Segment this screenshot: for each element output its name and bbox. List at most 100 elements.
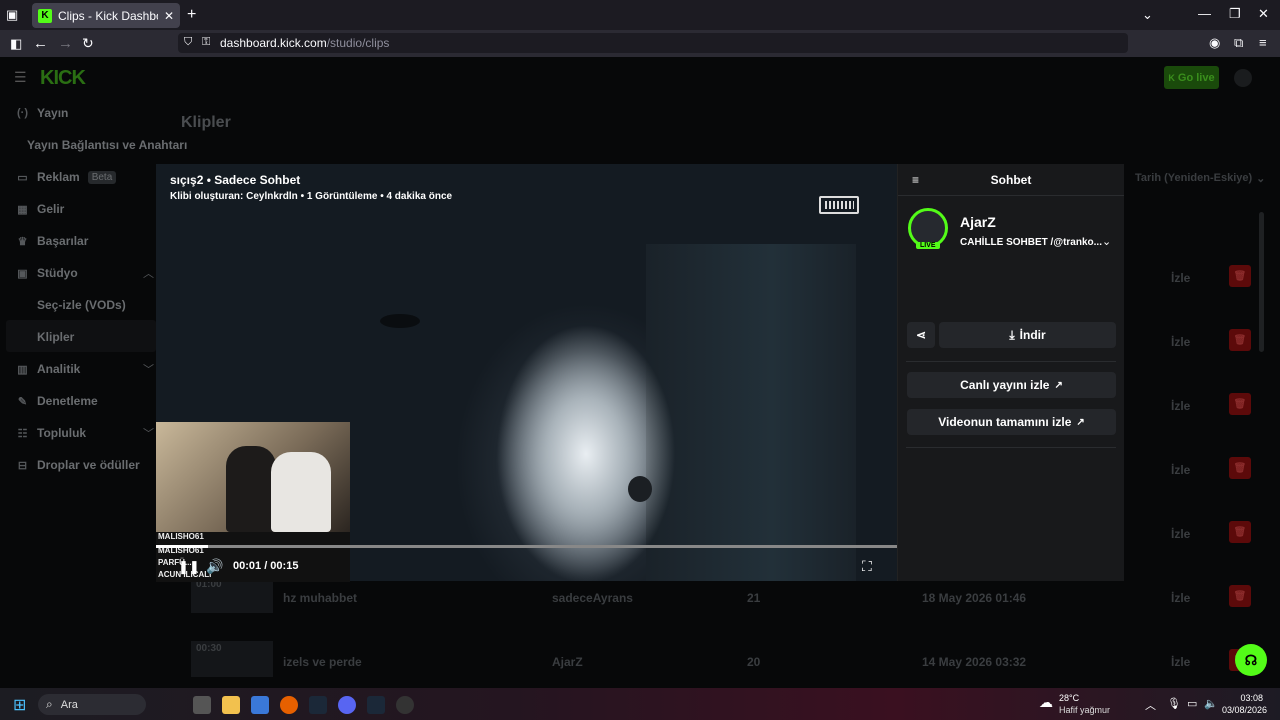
forward-icon[interactable]: →: [58, 35, 73, 52]
list-tabs-icon[interactable]: ⌄: [1142, 7, 1153, 23]
chevron-down-icon[interactable]: ﹀: [143, 425, 154, 441]
sidebar-item-basarilar[interactable]: ♛ Başarılar: [16, 234, 89, 248]
tab-title: Clips - Kick Dashboard: [58, 8, 158, 23]
task-view-icon[interactable]: [193, 696, 211, 714]
support-chat-button[interactable]: ☊: [1235, 644, 1267, 676]
watch-live-button[interactable]: Canlı yayını izle ↗: [907, 372, 1116, 398]
analytics-icon: ▥: [17, 363, 28, 376]
clip-duration: 00:30: [196, 643, 222, 654]
sidebar-item-gelir[interactable]: ▦ Gelir: [16, 202, 64, 216]
sidebar-item-droplar[interactable]: ⊟ Droplar ve ödüller: [16, 458, 140, 472]
watch-link[interactable]: İzle: [1171, 527, 1190, 541]
live-badge: LIVE: [916, 242, 940, 249]
channel-name[interactable]: AjarZ: [960, 214, 996, 230]
windows-start-icon[interactable]: ⊞: [13, 695, 26, 715]
url-path: /studio/clips: [326, 36, 390, 50]
sidebar-item-klipler[interactable]: Klipler: [37, 330, 74, 344]
steam-icon[interactable]: [367, 696, 385, 714]
trash-icon[interactable]: 🗑: [1229, 329, 1251, 351]
divider: [906, 361, 1116, 362]
file-explorer-icon[interactable]: [222, 696, 240, 714]
guest-figure: [271, 452, 331, 532]
video-progress-bar[interactable]: [156, 545, 897, 548]
sidebar-item-studyo[interactable]: ▣ Stüdyo: [16, 266, 77, 280]
chevron-down-icon[interactable]: ﹀: [143, 361, 154, 377]
discord-icon[interactable]: [338, 696, 356, 714]
tab-overview-icon[interactable]: ▣: [6, 7, 18, 23]
sidebar-item-stream-key[interactable]: Yayın Bağlantısı ve Anahtarı: [27, 138, 187, 152]
trophy-icon: ♛: [17, 235, 28, 248]
site-info-icon[interactable]: ⚿: [202, 36, 210, 49]
extensions-icon[interactable]: ⧉: [1234, 35, 1243, 51]
search-icon: ⌕: [46, 697, 53, 711]
watch-link[interactable]: İzle: [1171, 271, 1190, 285]
share-button[interactable]: ⋖: [907, 322, 935, 348]
weather-desc[interactable]: Hafif yağmur: [1059, 705, 1110, 715]
user-avatar[interactable]: [1234, 69, 1252, 87]
fullscreen-icon[interactable]: ⛶: [862, 558, 872, 575]
clip-title: hz muhabbet: [283, 591, 357, 605]
clip-views: 21: [747, 591, 761, 605]
watch-link[interactable]: İzle: [1171, 335, 1190, 349]
clock-date[interactable]: 03/08/2026: [1222, 705, 1267, 715]
weather-temp[interactable]: 28°C: [1059, 693, 1079, 703]
sidebar-item-topluluk[interactable]: ☷ Topluluk: [16, 426, 87, 440]
microphone-icon[interactable]: 🎙: [1167, 697, 1181, 710]
watch-link[interactable]: İzle: [1171, 399, 1190, 413]
new-tab-icon[interactable]: +: [187, 6, 196, 24]
chevron-up-icon[interactable]: ︿: [143, 265, 154, 281]
sort-dropdown[interactable]: Tarih (Yeniden-Eskiye) ⌄: [1135, 172, 1265, 185]
watch-full-video-button[interactable]: Videonun tamamını izle ↗: [907, 409, 1116, 435]
steam-icon[interactable]: [309, 696, 327, 714]
table-row[interactable]: 01:00 hz muhabbet sadeceAyrans 21 18 May…: [183, 577, 1263, 655]
menu-icon[interactable]: ≡: [1259, 35, 1267, 50]
watch-link[interactable]: İzle: [1171, 655, 1190, 669]
chevron-down-icon[interactable]: ⌄: [1102, 235, 1111, 248]
webcam-overlay: [156, 422, 350, 532]
store-icon[interactable]: [251, 696, 269, 714]
maximize-icon[interactable]: ❐: [1229, 6, 1241, 22]
trash-icon[interactable]: 🗑: [1229, 265, 1251, 287]
sidebar-item-denetleme[interactable]: ✎ Denetleme: [16, 394, 98, 408]
sidebar-item-yayin[interactable]: (·) Yayın: [16, 106, 68, 120]
table-row[interactable]: 00:30 izels ve perde AjarZ 20 14 May 202…: [183, 641, 1263, 688]
volume-icon[interactable]: 🔊: [206, 558, 223, 575]
collapse-chat-icon[interactable]: ≡: [912, 173, 919, 187]
network-icon[interactable]: ▭: [1187, 697, 1197, 710]
tray-chevron-icon[interactable]: ︿: [1145, 697, 1156, 713]
sidebar-item-analitik[interactable]: ▥ Analitik: [16, 362, 80, 376]
clip-date: 18 May 2026 01:46: [922, 591, 1027, 605]
minimize-icon[interactable]: —: [1198, 6, 1211, 21]
taskbar-search[interactable]: ⌕ Ara: [38, 694, 146, 715]
app-icon[interactable]: [396, 696, 414, 714]
clip-title: izels ve perde: [283, 655, 362, 669]
account-icon[interactable]: ◉: [1209, 35, 1220, 51]
sidebar-item-reklam[interactable]: ▭ Reklam Beta: [16, 170, 117, 184]
trash-icon[interactable]: 🗑: [1229, 393, 1251, 415]
close-window-icon[interactable]: ✕: [1258, 6, 1269, 22]
sidebar-toggle-icon[interactable]: ◧: [10, 36, 22, 52]
weather-icon: ☁: [1039, 694, 1053, 710]
trash-icon[interactable]: 🗑: [1229, 457, 1251, 479]
trash-icon[interactable]: 🗑: [1229, 585, 1251, 607]
download-button[interactable]: ⤓ İndir: [939, 322, 1116, 348]
close-tab-icon[interactable]: ✕: [164, 9, 174, 23]
reload-icon[interactable]: ↻: [82, 35, 94, 52]
url-field[interactable]: ⛉ ⚿ dashboard.kick.com/studio/clips: [178, 33, 1128, 53]
watch-link[interactable]: İzle: [1171, 591, 1190, 605]
clock-time[interactable]: 03:08: [1227, 693, 1263, 703]
sidebar-active-highlight: [6, 320, 156, 352]
watch-link[interactable]: İzle: [1171, 463, 1190, 477]
trash-icon[interactable]: 🗑: [1229, 521, 1251, 543]
clip-modal-title: sıçış2 • Sadece Sohbet: [170, 173, 301, 187]
shield-icon[interactable]: ⛉: [184, 36, 192, 49]
community-icon: ☷: [17, 427, 28, 440]
browser-tab[interactable]: K Clips - Kick Dashboard ✕: [32, 3, 180, 28]
back-icon[interactable]: ←: [33, 35, 48, 52]
sidebar-item-vods[interactable]: Seç-izle (VODs): [37, 298, 126, 312]
page-scrollbar[interactable]: [1259, 212, 1264, 352]
go-live-button[interactable]: K Go live: [1164, 66, 1219, 89]
pause-icon[interactable]: ❚❚: [178, 559, 200, 575]
volume-tray-icon[interactable]: 🔈: [1204, 697, 1218, 710]
firefox-icon[interactable]: [280, 696, 298, 714]
